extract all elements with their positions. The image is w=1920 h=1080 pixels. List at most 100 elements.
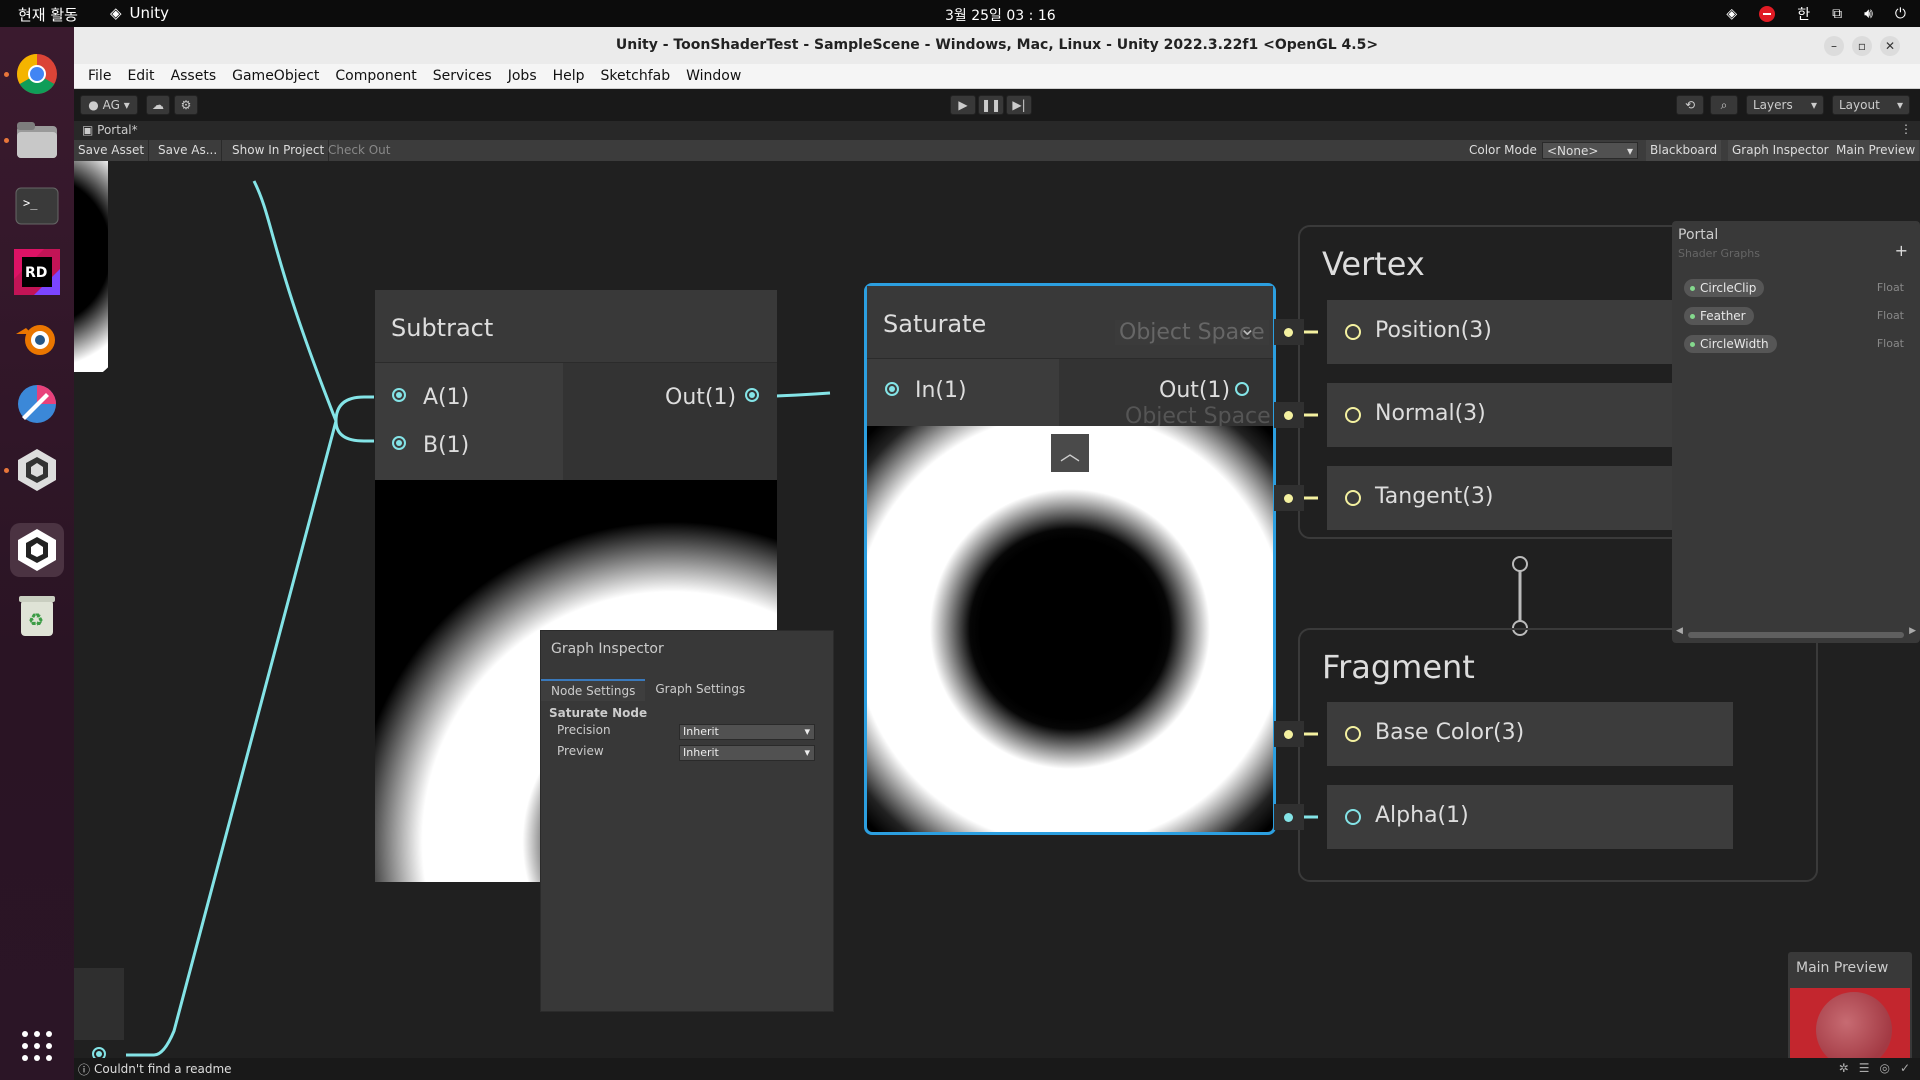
check-icon[interactable]: ✓	[1900, 1061, 1910, 1075]
vertex-block-normal[interactable]: Normal(3)	[1327, 383, 1697, 447]
layers-dropdown[interactable]: Layers ▾	[1746, 95, 1824, 115]
fragment-block-base-color[interactable]: Base Color(3)	[1327, 702, 1733, 766]
app-menu[interactable]: ◈ Unity	[110, 4, 169, 22]
volume-icon[interactable]: 🔊︎	[1864, 6, 1873, 22]
step-button[interactable]: ▶|	[1006, 95, 1032, 115]
krita-icon[interactable]	[10, 377, 64, 431]
shadergraph-toolbar: Save Asset Save As... Show In Project Ch…	[74, 140, 1920, 161]
progress-icon[interactable]: ◎	[1879, 1061, 1889, 1075]
fragment-block-alpha[interactable]: Alpha(1)	[1327, 785, 1733, 849]
system-tray[interactable]: ◈ 한 ⧉ 🔊︎ ⏻	[1726, 4, 1906, 24]
collapse-chevron-icon[interactable]: ⌄	[1239, 316, 1256, 340]
window-titlebar[interactable]: Unity - ToonShaderTest - SampleScene - W…	[74, 27, 1920, 64]
rider-icon[interactable]: RD	[10, 245, 64, 299]
collab-button[interactable]: ⚙	[174, 95, 198, 115]
search-button[interactable]: ⌕	[1710, 95, 1738, 115]
maximize-button[interactable]: ▫	[1852, 36, 1872, 56]
menu-file[interactable]: File	[80, 68, 119, 84]
save-as-button[interactable]: Save As...	[154, 140, 223, 161]
property-feather[interactable]: Feather	[1684, 307, 1754, 325]
menu-help[interactable]: Help	[545, 68, 593, 84]
step-icon: ▶|	[1012, 98, 1026, 112]
trash-icon[interactable]: ♻	[10, 589, 64, 643]
tab-menu-icon[interactable]: ⋮	[1900, 122, 1912, 136]
undo-history-button[interactable]: ⟲	[1676, 95, 1704, 115]
files-icon[interactable]	[10, 113, 64, 167]
unity-tray-icon[interactable]: ◈	[1726, 6, 1737, 22]
cache-icon[interactable]: ☰	[1859, 1061, 1870, 1075]
unity-hub-icon[interactable]	[10, 443, 64, 497]
menu-sketchfab[interactable]: Sketchfab	[593, 68, 679, 84]
graph-canvas[interactable]: Subtract A(1) B(1) Out(1) Saturate Objec…	[74, 161, 1920, 1058]
subtract-input-b-port[interactable]	[392, 436, 406, 450]
status-message[interactable]: Couldn't find a readme	[94, 1062, 232, 1076]
play-button[interactable]: ▶	[950, 95, 976, 115]
blackboard-hscrollbar[interactable]: ◀ ▶	[1676, 626, 1916, 639]
scroll-right-icon[interactable]: ▶	[1909, 626, 1916, 636]
save-asset-button[interactable]: Save Asset	[74, 140, 150, 161]
chrome-icon[interactable]	[10, 47, 64, 101]
saturate-input-port[interactable]	[885, 382, 899, 396]
blackboard-panel[interactable]: Portal Shader Graphs + CircleClip Float …	[1672, 221, 1920, 643]
tab-graph-settings[interactable]: Graph Settings	[645, 679, 755, 701]
shadergraph-tab[interactable]: ▣ Portal*	[82, 123, 138, 137]
show-in-project-button[interactable]: Show In Project	[228, 140, 330, 161]
collapse-preview-button[interactable]: ︿	[1051, 434, 1089, 472]
base-color-port[interactable]	[1345, 726, 1361, 742]
minimize-button[interactable]: –	[1824, 36, 1844, 56]
main-preview-toggle[interactable]: Main Preview	[1832, 140, 1920, 161]
stub-dot	[1284, 730, 1293, 739]
tangent-port[interactable]	[1345, 490, 1361, 506]
network-icon[interactable]: ⧉	[1832, 6, 1842, 22]
menu-window[interactable]: Window	[678, 68, 749, 84]
preview-dropdown[interactable]: Inherit ▾	[679, 745, 815, 761]
layout-dropdown[interactable]: Layout ▾	[1832, 95, 1910, 115]
menu-assets[interactable]: Assets	[163, 68, 225, 84]
menu-jobs[interactable]: Jobs	[500, 68, 545, 84]
account-dropdown[interactable]: ● AG ▾	[80, 95, 138, 115]
graph-inspector-toggle[interactable]: Graph Inspector	[1728, 140, 1833, 161]
offscreen-node[interactable]	[74, 968, 124, 1040]
precision-dropdown[interactable]: Inherit ▾	[679, 724, 815, 740]
cloud-button[interactable]: ☁	[146, 95, 170, 115]
scrollbar-thumb[interactable]	[1688, 632, 1904, 638]
vertex-block-tangent[interactable]: Tangent(3)	[1327, 466, 1697, 530]
blender-icon[interactable]	[10, 311, 64, 365]
menu-services[interactable]: Services	[425, 68, 500, 84]
bug-icon[interactable]: ✲	[1839, 1061, 1849, 1075]
ime-indicator[interactable]: 한	[1797, 4, 1810, 24]
power-icon[interactable]: ⏻	[1895, 6, 1906, 22]
property-circlewidth[interactable]: CircleWidth	[1684, 335, 1777, 353]
clock[interactable]: 3월 25일 03 : 16	[945, 5, 1056, 25]
menu-edit[interactable]: Edit	[119, 68, 162, 84]
close-button[interactable]: ✕	[1880, 36, 1900, 56]
saturate-node[interactable]: Saturate Object Space ⌄ In(1) Out(1) Obj…	[864, 283, 1276, 835]
do-not-disturb-icon[interactable]	[1759, 6, 1776, 22]
graph-inspector-panel[interactable]: Graph Inspector Node Settings Graph Sett…	[540, 630, 834, 1012]
add-property-icon[interactable]: +	[1895, 241, 1908, 260]
main-preview-panel[interactable]: Main Preview	[1788, 952, 1912, 1058]
position-port[interactable]	[1345, 324, 1361, 340]
normal-port[interactable]	[1345, 407, 1361, 423]
check-out-button[interactable]: Check Out	[324, 140, 394, 161]
subtract-output-port[interactable]	[745, 388, 759, 402]
terminal-icon[interactable]: >_	[10, 179, 64, 233]
apps-grid-icon[interactable]	[10, 1019, 64, 1073]
blackboard-toggle[interactable]: Blackboard	[1646, 140, 1722, 161]
subtract-input-a-port[interactable]	[392, 388, 406, 402]
pause-button[interactable]: ❚❚	[978, 95, 1004, 115]
graph-inspector-title[interactable]: Graph Inspector	[541, 631, 833, 679]
property-circleclip[interactable]: CircleClip	[1684, 279, 1765, 297]
menu-gameobject[interactable]: GameObject	[224, 68, 327, 84]
tab-node-settings[interactable]: Node Settings	[541, 679, 646, 701]
offscreen-node-output-port[interactable]	[92, 1047, 106, 1058]
activities-button[interactable]: 현재 활동	[18, 4, 78, 25]
scroll-left-icon[interactable]: ◀	[1676, 626, 1683, 636]
color-mode-dropdown[interactable]: <None> ▾	[1542, 142, 1638, 159]
menu-component[interactable]: Component	[327, 68, 424, 84]
saturate-output-port[interactable]	[1235, 382, 1249, 396]
alpha-port[interactable]	[1345, 809, 1361, 825]
unity-icon[interactable]	[10, 523, 64, 577]
main-preview-render[interactable]	[1790, 988, 1910, 1058]
vertex-block-position[interactable]: Position(3)	[1327, 300, 1697, 364]
